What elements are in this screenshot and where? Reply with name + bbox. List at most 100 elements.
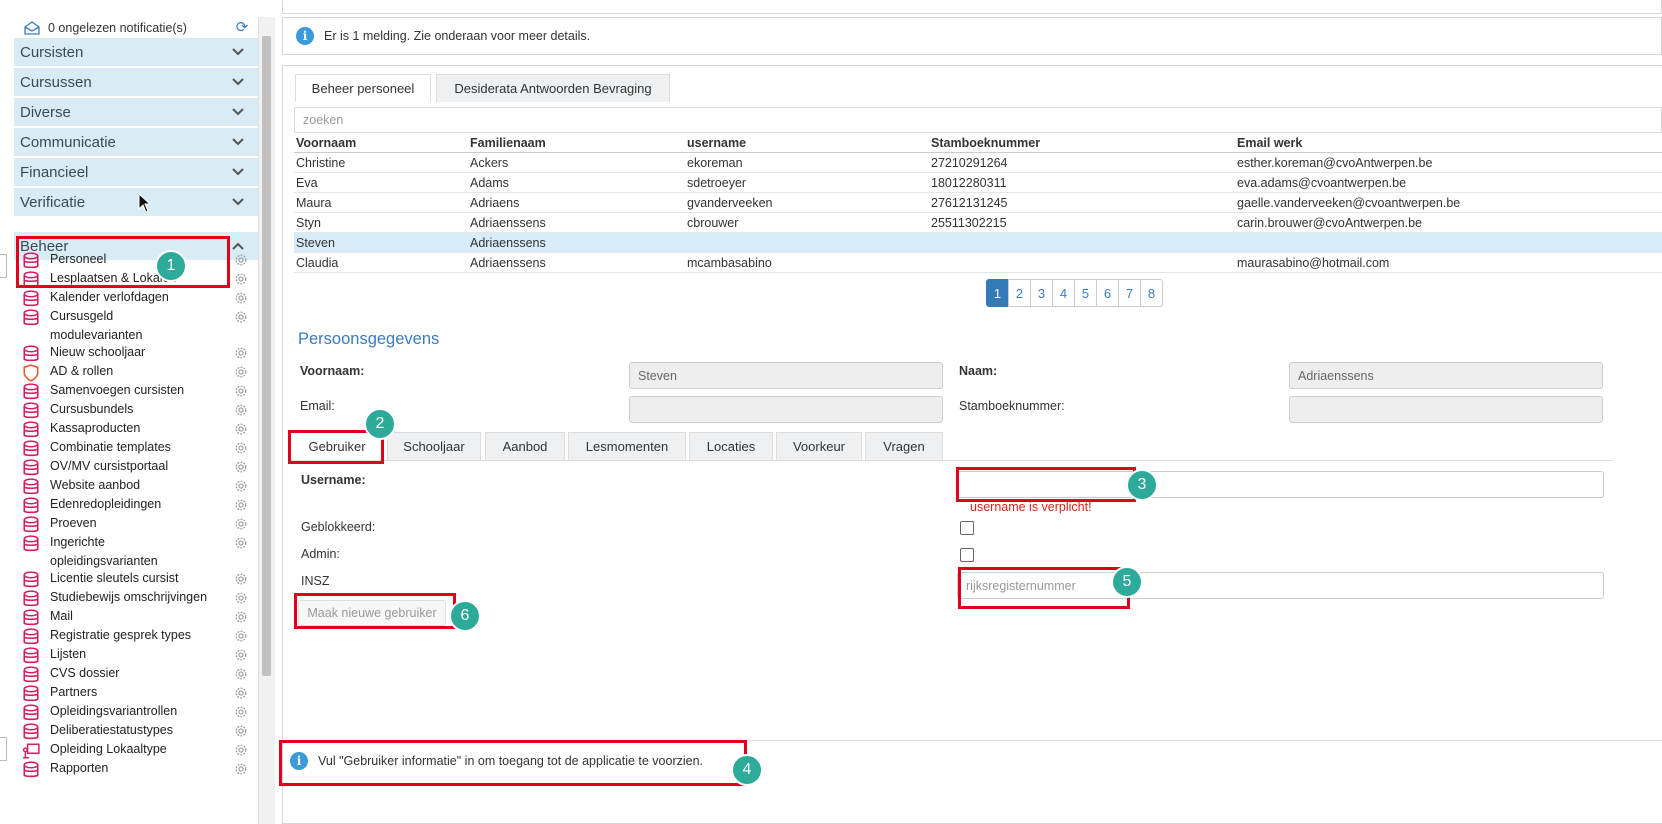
sidebar-item-ad-rollen[interactable]: AD & rollen	[14, 362, 258, 382]
sidebar-item-registratie-gesprek-types[interactable]: Registratie gesprek types	[14, 626, 258, 645]
table-row[interactable]: Maura Adriaens gvanderveeken 27612131245 gae…	[294, 192, 1662, 213]
page-button[interactable]: 7	[1118, 279, 1141, 307]
column-header[interactable]: Email werk	[1235, 133, 1662, 153]
gear-icon[interactable]	[234, 572, 248, 586]
search-input[interactable]: zoeken	[294, 107, 1662, 133]
geblokkeerd-checkbox[interactable]	[960, 521, 974, 535]
gear-icon[interactable]	[234, 403, 248, 417]
tab-desiderata[interactable]: Desiderata Antwoorden Bevraging	[436, 74, 670, 102]
gear-icon[interactable]	[234, 346, 248, 360]
sidebar-item-mail[interactable]: Mail	[14, 607, 258, 626]
table-row[interactable]: Styn Adriaenssens cbrouwer 25511302215 carin…	[294, 212, 1662, 233]
page-button[interactable]: 2	[1008, 279, 1031, 307]
notifications-bar[interactable]: 0 ongelezen notificatie(s) ⟳	[14, 17, 258, 40]
gear-icon[interactable]	[234, 422, 248, 436]
tab-beheer-personeel[interactable]: Beheer personeel	[295, 74, 431, 102]
table-cell	[685, 232, 929, 253]
gear-icon[interactable]	[234, 365, 248, 379]
sidebar-section-diverse[interactable]: Diverse	[14, 98, 258, 128]
table-row[interactable]: Eva Adams sdetroeyer 18012280311 eva.adams@c…	[294, 172, 1662, 193]
gear-icon[interactable]	[234, 384, 248, 398]
sidebar-item-samenvoegen-cursisten[interactable]: Samenvoegen cursisten	[14, 381, 258, 400]
sidebar-item-deliberatiestatustypes[interactable]: Deliberatiestatustypes	[14, 721, 258, 740]
gear-icon[interactable]	[234, 498, 248, 512]
voornaam-field[interactable]: Steven	[629, 362, 943, 389]
sidebar-item-proeven[interactable]: Proeven	[14, 514, 258, 533]
page-button[interactable]: 1	[986, 279, 1009, 307]
gear-icon[interactable]	[234, 479, 248, 493]
gear-icon[interactable]	[234, 610, 248, 624]
page-button[interactable]: 8	[1140, 279, 1163, 307]
page-button[interactable]: 3	[1030, 279, 1053, 307]
table-row[interactable]: Steven Adriaenssens	[294, 232, 1662, 253]
sidebar-item-cursusgeld[interactable]: Cursusgeld modulevarianten	[14, 307, 258, 345]
gear-icon[interactable]	[234, 517, 248, 531]
sidebar-section-cursussen[interactable]: Cursussen	[14, 68, 258, 98]
admin-checkbox[interactable]	[960, 548, 974, 562]
gear-icon[interactable]	[234, 272, 248, 286]
sidebar-item-cursusbundels[interactable]: Cursusbundels	[14, 400, 258, 419]
sidebar-item-website-aanbod[interactable]: Website aanbod	[14, 476, 258, 495]
sidebar-item-label: Deliberatiestatustypes	[50, 723, 173, 737]
naam-field[interactable]: Adriaenssens	[1289, 362, 1603, 389]
sidebar-section-cursisten[interactable]: Cursisten	[14, 38, 258, 68]
page-button[interactable]: 5	[1074, 279, 1097, 307]
database-icon	[22, 609, 40, 626]
sidebar-item-kalender-verlofdagen[interactable]: Kalender verlofdagen	[14, 288, 258, 307]
sidebar-item-label: Ingerichte	[50, 535, 105, 549]
sidebar-item-ingerichte[interactable]: Ingerichte opleidingsvarianten	[14, 533, 258, 571]
gear-icon[interactable]	[234, 724, 248, 738]
sidebar-item-ov-mv-cursistportaal[interactable]: OV/MV cursistportaal	[14, 457, 258, 476]
column-header[interactable]: username	[685, 133, 929, 153]
gear-icon[interactable]	[234, 441, 248, 455]
table-row[interactable]: Claudia Adriaenssens mcambasabino maurasabi…	[294, 252, 1662, 273]
sidebar-item-lijsten[interactable]: Lijsten	[14, 645, 258, 664]
sidebar-item-opleiding-lokaaltype[interactable]: Opleiding Lokaaltype	[14, 740, 258, 759]
column-header[interactable]: Stamboeknummer	[929, 133, 1235, 153]
sidebar-item-cvs-dossier[interactable]: CVS dossier	[14, 664, 258, 683]
gear-icon[interactable]	[234, 686, 248, 700]
sidebar-item-opleidingsvariantrollen[interactable]: Opleidingsvariantrollen	[14, 702, 258, 721]
gear-icon[interactable]	[234, 253, 248, 267]
tab-aanbod[interactable]: Aanbod	[485, 432, 565, 460]
sidebar-section-verificatie[interactable]: Verificatie	[14, 188, 258, 218]
sidebar-item-combinatie-templates[interactable]: Combinatie templates	[14, 438, 258, 457]
gear-icon[interactable]	[234, 762, 248, 776]
stamboek-field[interactable]	[1289, 396, 1603, 423]
column-header[interactable]: Familienaam	[468, 133, 685, 153]
sidebar-scrollbar-thumb[interactable]	[262, 36, 271, 676]
gear-icon[interactable]	[234, 705, 248, 719]
sidebar-item-licentie-sleutels-cursist[interactable]: Licentie sleutels cursist	[14, 569, 258, 588]
gear-icon[interactable]	[234, 291, 248, 305]
gear-icon[interactable]	[234, 648, 248, 662]
gear-icon[interactable]	[234, 460, 248, 474]
tab-locaties[interactable]: Locaties	[689, 432, 773, 460]
email-field[interactable]	[629, 396, 943, 423]
personnel-table: Voornaam Familienaam username Stamboeknu…	[294, 133, 1662, 273]
column-header[interactable]: Voornaam	[294, 133, 468, 153]
tab-vragen[interactable]: Vragen	[865, 432, 943, 460]
sidebar-item-edenredopleidingen[interactable]: Edenredopleidingen	[14, 495, 258, 514]
sidebar-item-nieuw-schooljaar[interactable]: Nieuw schooljaar	[14, 343, 258, 362]
gear-icon[interactable]	[234, 591, 248, 605]
sidebar-section-communicatie[interactable]: Communicatie	[14, 128, 258, 158]
gear-icon[interactable]	[234, 629, 248, 643]
gear-icon[interactable]	[234, 743, 248, 757]
refresh-icon[interactable]: ⟳	[234, 20, 250, 36]
table-row[interactable]: Christine Ackers ekoreman 27210291264 esther…	[294, 152, 1662, 173]
gear-icon[interactable]	[234, 536, 248, 550]
sidebar-item-studiebewijs-omschrijvingen[interactable]: Studiebewijs omschrijvingen	[14, 588, 258, 607]
sidebar-item-rapporten[interactable]: Rapporten	[14, 759, 258, 778]
gear-icon[interactable]	[234, 667, 248, 681]
sidebar-item-partners[interactable]: Partners	[14, 683, 258, 702]
sidebar-section-financieel[interactable]: Financieel	[14, 158, 258, 188]
page-button[interactable]: 4	[1052, 279, 1075, 307]
tab-lesmomenten[interactable]: Lesmomenten	[568, 432, 686, 460]
table-cell: 25511302215	[929, 212, 1235, 233]
tab-schooljaar[interactable]: Schooljaar	[387, 432, 481, 460]
gear-icon[interactable]	[234, 310, 248, 324]
sidebar-item-kassaproducten[interactable]: Kassaproducten	[14, 419, 258, 438]
mouse-cursor-icon	[138, 193, 152, 213]
tab-voorkeur[interactable]: Voorkeur	[776, 432, 862, 460]
page-button[interactable]: 6	[1096, 279, 1119, 307]
